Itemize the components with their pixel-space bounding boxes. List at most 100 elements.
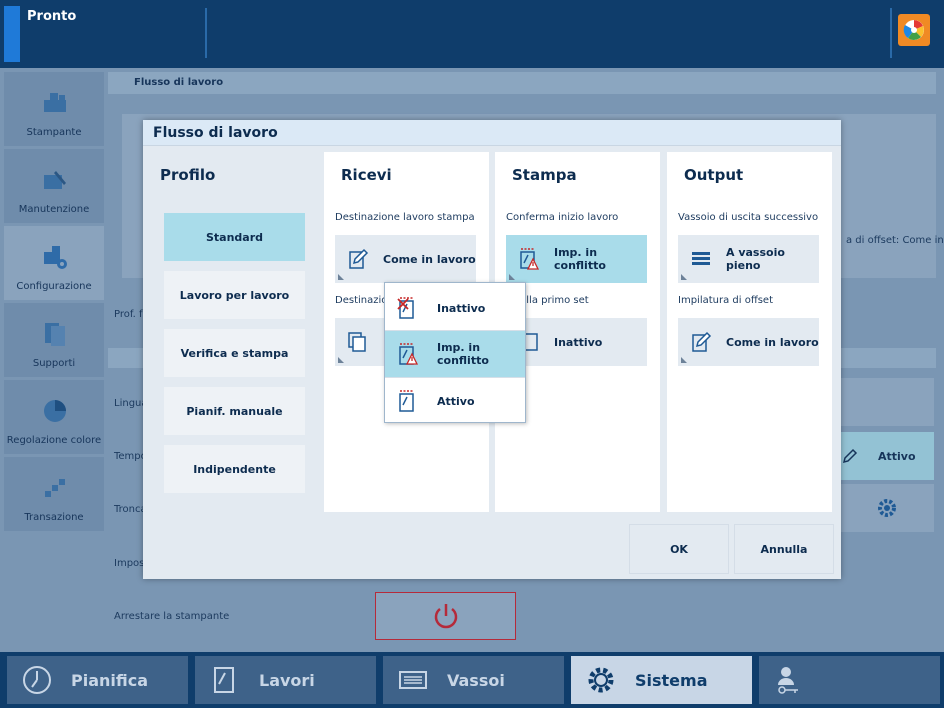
- section-title: Flusso di lavoro: [134, 77, 224, 88]
- printer-status-text: Pronto: [27, 9, 77, 24]
- bg-prof-label: Prof. f: [114, 309, 143, 320]
- edit-sheet-icon: [347, 247, 369, 271]
- dropdown-option-attivo[interactable]: Attivo: [385, 378, 525, 424]
- output-field1-label: Vassoio di uscita successivo: [678, 212, 819, 223]
- output-next-tray-button[interactable]: A vassoio pieno: [678, 235, 819, 283]
- nav-label: Manutenzione: [18, 204, 90, 215]
- bg-copy-button[interactable]: [840, 378, 934, 426]
- value-line1: Imp. in: [554, 246, 598, 259]
- value-line2: conflitto: [554, 259, 606, 272]
- printer-icon: [44, 93, 66, 112]
- nav-label: Transazione: [24, 512, 84, 523]
- top-status-bar: Pronto: [0, 0, 944, 68]
- media-icon: [45, 323, 65, 346]
- option-label: Attivo: [437, 394, 475, 408]
- bg-attivo-label: Attivo: [878, 449, 916, 463]
- confirm-start-dropdown: Inattivo Imp. in conflitto Attivo: [384, 282, 526, 423]
- jobs-icon: [209, 664, 241, 696]
- nav-item-supporti[interactable]: Supporti: [4, 303, 104, 377]
- dropdown-corner: [681, 274, 687, 280]
- option-label: Inattivo: [437, 301, 486, 315]
- nav-item-stampante[interactable]: Stampante: [4, 72, 104, 146]
- profile-indipendente-button[interactable]: Indipendente: [164, 445, 305, 493]
- stampa-check-first-set-button[interactable]: Inattivo: [506, 318, 647, 366]
- stop-printer-button[interactable]: [375, 592, 516, 640]
- option-line2: conflitto: [437, 354, 489, 367]
- nav-label: Configurazione: [16, 281, 92, 292]
- option-label: Imp. in conflitto: [437, 341, 489, 367]
- top-divider: [205, 8, 207, 58]
- bg-row-tronca: Tronca: [114, 504, 147, 515]
- ricevi-field1-value: Come in lavoro: [383, 252, 476, 266]
- stampa-field1-value: Imp. in conflitto: [554, 246, 606, 272]
- configuration-icon: [44, 246, 67, 269]
- ricevi-heading: Ricevi: [341, 166, 392, 184]
- gear-icon: [878, 499, 896, 517]
- tab-label: Vassoi: [447, 670, 505, 690]
- nav-item-transazione[interactable]: Transazione: [4, 457, 104, 531]
- value-line2: pieno: [726, 259, 761, 272]
- bottom-nav: Pianifica Lavori Vassoi Sistema: [0, 652, 944, 708]
- tab-label: Lavori: [259, 670, 315, 690]
- dropdown-option-inattivo[interactable]: Inattivo: [385, 285, 525, 331]
- dropdown-corner: [681, 357, 687, 363]
- bg-row-arrestare: Arrestare la stampante: [114, 611, 230, 622]
- tab-pianifica[interactable]: Pianifica: [7, 656, 188, 704]
- output-field2-value: Come in lavoro: [726, 335, 819, 349]
- user-key-icon: [773, 664, 805, 696]
- profile-heading: Profilo: [160, 166, 216, 184]
- output-heading: Output: [684, 166, 744, 184]
- bg-offset-text: a di offset: Come in: [846, 235, 944, 246]
- stampa-field1-label: Conferma inizio lavoro: [506, 212, 619, 223]
- nav-item-manutenzione[interactable]: Manutenzione: [4, 149, 104, 223]
- active-sheet-icon: [397, 388, 419, 414]
- nav-item-regolazione-colore[interactable]: Regolazione colore: [4, 380, 104, 454]
- edit-sheet-icon: [690, 330, 712, 354]
- nav-label: Regolazione colore: [6, 435, 102, 446]
- stampa-heading: Stampa: [512, 166, 577, 184]
- ricevi-field1-label: Destinazione lavoro stampa: [335, 212, 475, 223]
- tab-vassoi[interactable]: Vassoi: [383, 656, 564, 704]
- profile-standard-button[interactable]: Standard: [164, 213, 305, 261]
- tray-stack-icon: [690, 247, 712, 271]
- transaction-icon: [45, 479, 65, 497]
- gear-icon: [585, 664, 617, 696]
- output-field2-label: Impilatura di offset: [678, 295, 773, 306]
- color-wheel-icon[interactable]: [898, 14, 930, 46]
- dropdown-corner: [509, 274, 515, 280]
- maintenance-icon: [44, 171, 66, 189]
- ok-button[interactable]: OK: [629, 524, 729, 574]
- output-offset-stacking-button[interactable]: Come in lavoro: [678, 318, 819, 366]
- profile-pianif-manuale-button[interactable]: Pianif. manuale: [164, 387, 305, 435]
- output-field1-value: A vassoio pieno: [726, 246, 785, 272]
- tab-label: Pianifica: [71, 670, 149, 690]
- ricevi-destination-button[interactable]: Come in lavoro: [335, 235, 476, 283]
- conflict-sheet-icon: [397, 341, 419, 367]
- section-header: Flusso di lavoro: [108, 72, 936, 94]
- tab-lavori[interactable]: Lavori: [195, 656, 376, 704]
- inactive-sheet-icon: [397, 295, 419, 321]
- power-icon: [434, 604, 457, 629]
- bg-settings-button[interactable]: [840, 484, 934, 532]
- bg-attivo-button[interactable]: Attivo: [840, 432, 934, 480]
- profile-verifica-e-stampa-button[interactable]: Verifica e stampa: [164, 329, 305, 377]
- profile-column: Profilo Standard Lavoro per lavoro Verif…: [143, 152, 319, 512]
- copies-icon: [347, 330, 369, 354]
- tab-user-key[interactable]: [759, 656, 940, 704]
- ricevi-field2-label: Destinazio: [335, 295, 388, 306]
- stampa-confirm-start-button[interactable]: Imp. in conflitto: [506, 235, 647, 283]
- left-nav: Stampante Manutenzione Configurazione Su…: [4, 72, 104, 534]
- output-column: Output Vassoio di uscita successivo A va…: [667, 152, 832, 512]
- stampa-field2-value: Inattivo: [554, 335, 603, 349]
- cancel-button[interactable]: Annulla: [734, 524, 834, 574]
- trays-icon: [397, 664, 429, 696]
- nav-label: Stampante: [26, 127, 82, 138]
- status-accent: [4, 6, 20, 62]
- tab-sistema[interactable]: Sistema: [571, 656, 752, 704]
- value-line1: A vassoio: [726, 246, 785, 259]
- dropdown-corner: [338, 274, 344, 280]
- nav-item-configurazione[interactable]: Configurazione: [4, 226, 104, 300]
- color-adjust-icon: [44, 400, 66, 422]
- dropdown-option-imp-in-conflitto[interactable]: Imp. in conflitto: [385, 331, 525, 377]
- profile-lavoro-per-lavoro-button[interactable]: Lavoro per lavoro: [164, 271, 305, 319]
